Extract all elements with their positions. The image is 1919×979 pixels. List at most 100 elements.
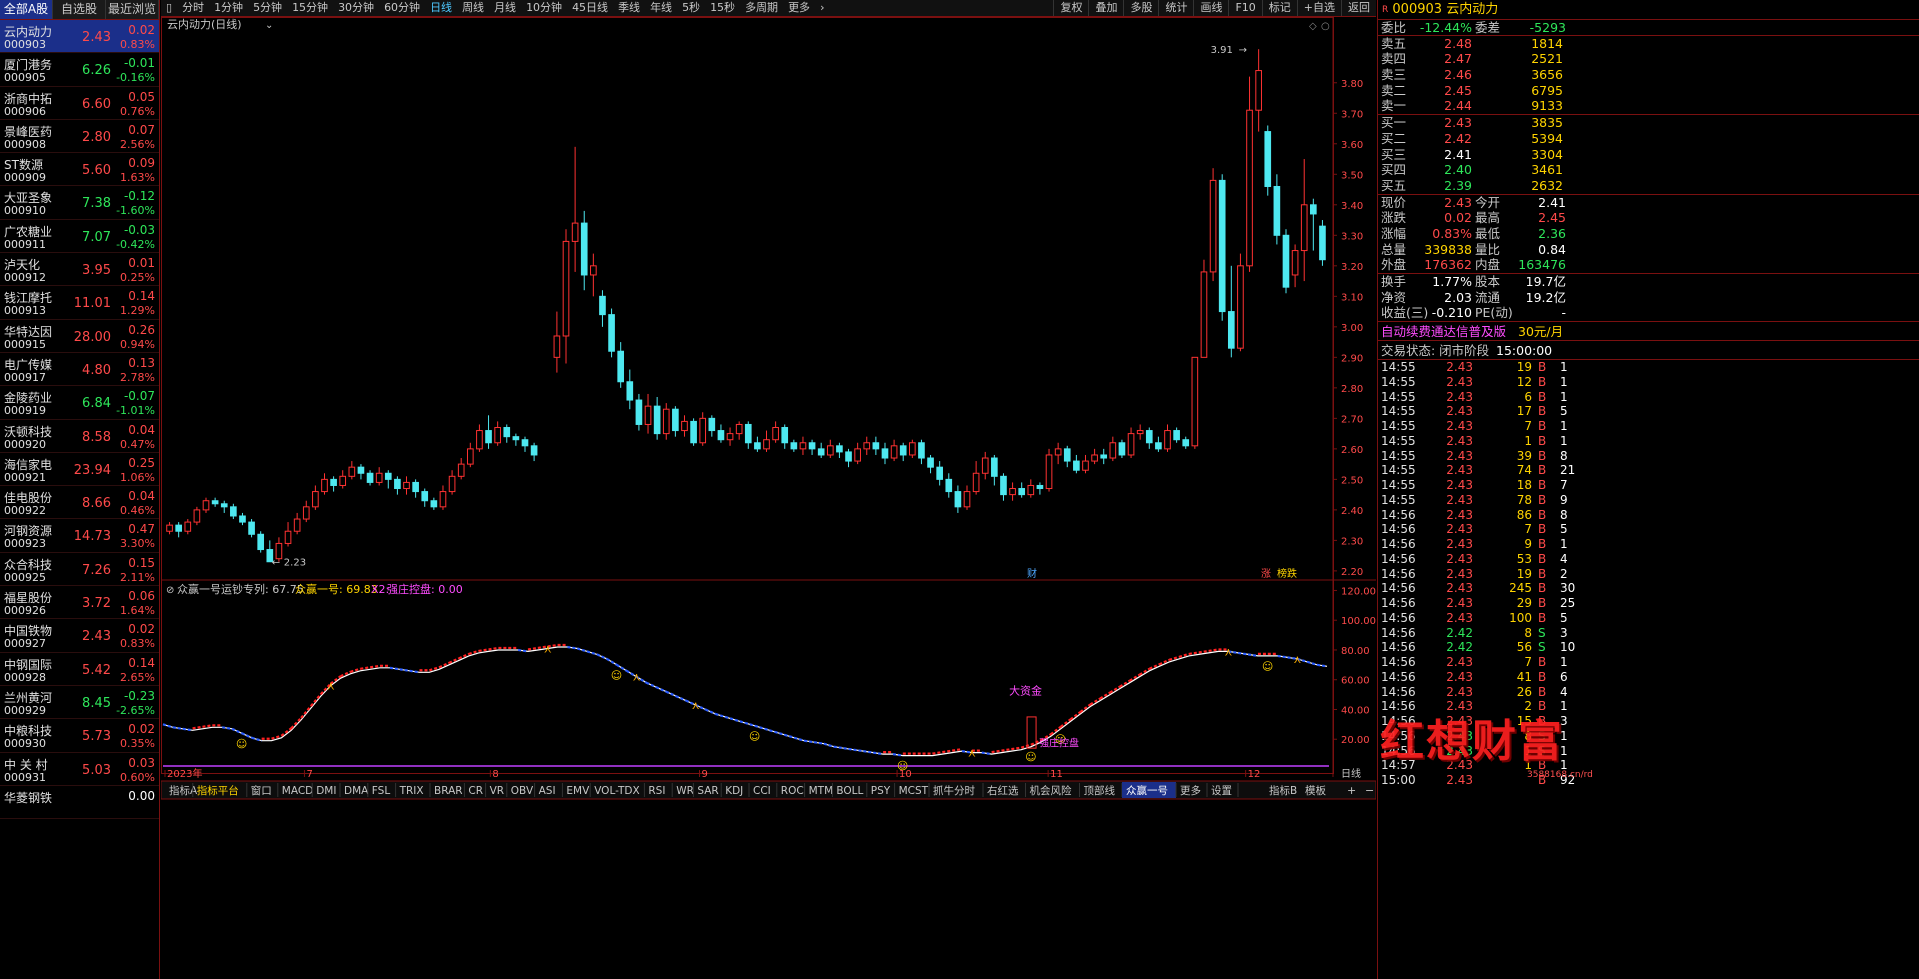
indicator-tab[interactable]: EMV	[566, 785, 590, 797]
toolbar-button[interactable]: 画线	[1193, 0, 1228, 16]
period-tab[interactable]: 日线	[425, 0, 457, 16]
ad-banner[interactable]: 自动续费通达信普及版 30元/月	[1378, 322, 1919, 342]
period-tab[interactable]: 分时	[177, 0, 209, 16]
tab-watchlist[interactable]: 自选股	[53, 0, 106, 19]
indicator-tab[interactable]: 指标A	[169, 784, 198, 797]
tab-recent[interactable]: 最近浏览	[106, 0, 159, 19]
stock-row[interactable]: 海信家电 000921 23.94 0.25 1.06%	[0, 453, 159, 487]
stock-row[interactable]: 大亚圣象 000910 7.38 -0.12 -1.60%	[0, 186, 159, 220]
indicator-tab[interactable]: 右红选	[987, 784, 1019, 797]
stock-row[interactable]: 钱江摩托 000913 11.01 0.14 1.29%	[0, 286, 159, 320]
toolbar-button[interactable]: 标记	[1261, 0, 1297, 16]
stock-row[interactable]: ST数源 000909 5.60 0.09 1.63%	[0, 153, 159, 187]
indicator-tab[interactable]: TRIX	[399, 785, 424, 797]
chart-menu-icon[interactable]: ⌄	[265, 20, 273, 31]
stock-row[interactable]: 浙商中拓 000906 6.60 0.05 0.76%	[0, 87, 159, 120]
indicator-tab[interactable]: WR	[676, 785, 694, 797]
indicator-tab[interactable]: 更多	[1180, 784, 1201, 797]
toolbar-button[interactable]: 复权	[1053, 0, 1088, 16]
stock-row[interactable]: 广农糖业 000911 7.07 -0.03 -0.42%	[0, 220, 159, 254]
indicator-tab[interactable]: 指标平台	[197, 784, 239, 797]
panel-toggle-icon[interactable]: ▯	[161, 0, 177, 16]
toolbar-button[interactable]: 返回	[1341, 0, 1376, 16]
ranking-marker[interactable]: 榜跌	[1277, 567, 1297, 580]
period-tab[interactable]: 5分钟	[248, 0, 287, 16]
indicator-tab[interactable]: KDJ	[725, 785, 743, 797]
more-arrow-icon[interactable]: ›	[815, 0, 829, 16]
period-tab[interactable]: 多周期	[740, 0, 783, 16]
stock-row[interactable]: 兰州黄河 000929 8.45 -0.23 -2.65%	[0, 686, 159, 720]
indicator-tab[interactable]: MACD	[282, 785, 313, 797]
indicator-tab[interactable]: MCST	[899, 785, 929, 797]
stock-row[interactable]: 沃顿科技 000920 8.58 0.04 0.47%	[0, 420, 159, 453]
finance-marker[interactable]: 财	[1027, 567, 1037, 580]
indicator-tab[interactable]: VR	[490, 785, 504, 797]
period-tab[interactable]: 季线	[613, 0, 645, 16]
indicator-tab[interactable]: CCI	[753, 785, 771, 797]
indicator-tab[interactable]: 机会风险	[1030, 784, 1072, 797]
indicator-toggle-icon[interactable]: ⊘	[166, 585, 174, 596]
toolbar-button[interactable]: 统计	[1158, 0, 1193, 16]
stock-row[interactable]: 中粮科技 000930 5.73 0.02 0.35%	[0, 719, 159, 753]
toolbar-button[interactable]: 多股	[1123, 0, 1158, 16]
period-tab[interactable]: 60分钟	[379, 0, 425, 16]
indicator-tab[interactable]: 众赢一号	[1126, 784, 1168, 797]
indicator-tab[interactable]: BOLL	[836, 785, 863, 797]
toolbar-button[interactable]: 叠加	[1088, 0, 1123, 16]
stock-row[interactable]: 众合科技 000925 7.26 0.15 2.11%	[0, 553, 159, 587]
stock-row[interactable]: 中 关 村 000931 5.03 0.03 0.60%	[0, 753, 159, 786]
stock-row[interactable]: 华菱钢铁 0.00	[0, 786, 159, 820]
period-tab[interactable]: 月线	[489, 0, 521, 16]
period-tab[interactable]: 10分钟	[521, 0, 567, 16]
stock-row[interactable]: 电广传媒 000917 4.80 0.13 2.78%	[0, 353, 159, 387]
indicator-tab[interactable]: BRAR	[434, 785, 463, 797]
indicator-tab[interactable]: DMI	[316, 785, 336, 797]
period-tab[interactable]: 15分钟	[287, 0, 333, 16]
indicator-tab[interactable]: 设置	[1211, 785, 1232, 797]
indicator-tab[interactable]: ASI	[539, 785, 556, 797]
indicator-tab[interactable]: 窗口	[251, 784, 272, 797]
indicator-tab[interactable]: PSY	[871, 785, 891, 797]
chart-area[interactable]: 云内动力(日线) ⌄ 3.80 3.70 3.60 3.50 3.40 3.30 3.20 3.1…	[161, 17, 1376, 979]
stock-row[interactable]: 云内动力 000903 2.43 0.02 0.83%	[0, 20, 159, 54]
stock-row[interactable]: 厦门港务 000905 6.26 -0.01 -0.16%	[0, 53, 159, 87]
period-tab[interactable]: 周线	[457, 0, 489, 16]
period-tab[interactable]: 45日线	[567, 0, 613, 16]
stock-row[interactable]: 河钢资源 000923 14.73 0.47 3.30%	[0, 519, 159, 553]
indicator-tab[interactable]: DMA	[344, 785, 369, 797]
indicator-tab[interactable]: CR	[468, 785, 483, 797]
indicator-tab[interactable]: SAR	[697, 785, 718, 797]
indicator-tab[interactable]: FSL	[372, 785, 391, 797]
indicator-tab-right[interactable]: 模板	[1305, 784, 1327, 797]
stock-row[interactable]: 泸天化 000912 3.95 0.01 0.25%	[0, 253, 159, 287]
stock-row[interactable]: 福星股份 000926 3.72 0.06 1.64%	[0, 586, 159, 620]
period-tab[interactable]: 更多	[783, 0, 815, 16]
period-tab[interactable]: 1分钟	[209, 0, 248, 16]
period-tab[interactable]: 5秒	[677, 0, 705, 16]
indicator-tab[interactable]: RSI	[648, 785, 665, 797]
toolbar-button[interactable]: +自选	[1296, 0, 1341, 16]
toolbar-button[interactable]: F10	[1228, 0, 1261, 16]
period-tab[interactable]: 15秒	[705, 0, 740, 16]
stock-row[interactable]: 中国铁物 000927 2.43 0.02 0.83%	[0, 619, 159, 653]
limit-up-marker[interactable]: 涨	[1261, 568, 1271, 580]
stock-row[interactable]: 佳电股份 000922 8.66 0.04 0.46%	[0, 486, 159, 520]
circle-icon[interactable]: ○	[1321, 21, 1330, 32]
indicator-tab[interactable]: 抓牛分时	[933, 784, 975, 797]
indicator-tab[interactable]: MTM	[809, 785, 834, 797]
stock-row[interactable]: 中钢国际 000928 5.42 0.14 2.65%	[0, 653, 159, 686]
indicator-tab[interactable]: OBV	[511, 785, 534, 797]
indicator-tab[interactable]: 顶部线	[1084, 784, 1116, 797]
period-tab[interactable]: 30分钟	[333, 0, 379, 16]
stock-row[interactable]: 金陵药业 000919 6.84 -0.07 -1.01%	[0, 386, 159, 420]
indicator-tab-right[interactable]: 指标B	[1269, 784, 1297, 797]
stock-row[interactable]: 景峰医药 000908 2.80 0.07 2.56%	[0, 120, 159, 154]
add-indicator-icon[interactable]: +	[1347, 784, 1356, 797]
remove-indicator-icon[interactable]: −	[1365, 784, 1374, 797]
kline-chart[interactable]: 云内动力(日线) ⌄ 3.80 3.70 3.60 3.50 3.40 3.30 3.20 3.1…	[161, 17, 1376, 979]
stock-row[interactable]: 华特达因 000915 28.00 0.26 0.94%	[0, 320, 159, 353]
period-tab[interactable]: 年线	[645, 0, 677, 16]
diamond-icon[interactable]: ◇	[1309, 21, 1317, 32]
indicator-tab[interactable]: ROC	[781, 785, 804, 797]
tab-all-a-shares[interactable]: 全部A股	[0, 0, 53, 19]
